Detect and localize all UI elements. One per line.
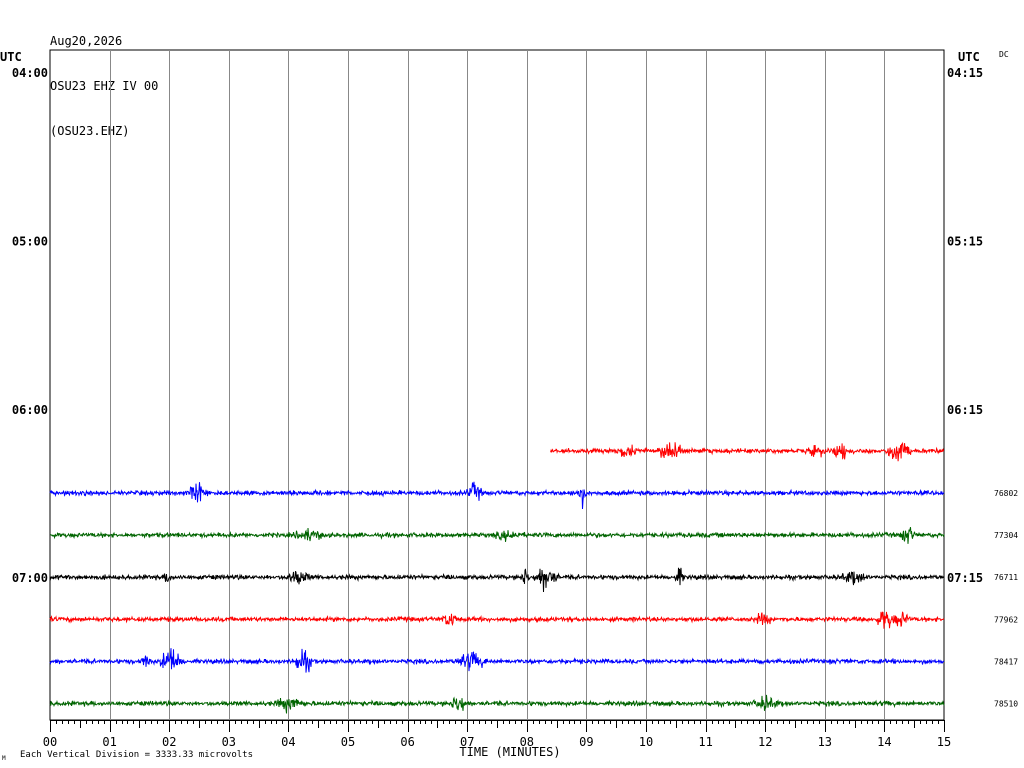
right-time-label: 06:15 [947,403,983,417]
x-tick-label: 12 [758,735,772,749]
x-tick-label: 05 [341,735,355,749]
trace-layer [49,441,945,714]
left-time-label: 05:00 [12,234,48,248]
x-axis-label: TIME (MINUTES) [459,745,560,759]
left-time-label: 06:00 [12,403,48,417]
right-time-label: 07:15 [947,571,983,585]
x-tick-label: 08 [520,735,534,749]
x-tick-label: 07 [460,735,474,749]
vertical-division-note: Each Vertical Division = 3333.33 microvo… [20,750,253,760]
x-tick-label: 04 [281,735,295,749]
seismic-trace [50,526,945,544]
seismic-trace [49,567,945,593]
right-time-label: 04:15 [947,66,983,80]
x-tick-label: 10 [639,735,653,749]
x-tick-label: 01 [102,735,116,749]
x-tick-label: 02 [162,735,176,749]
seismic-trace [49,694,945,714]
label-layer: UTC UTC DC TIME (MINUTES) Each Vertical … [0,50,1018,762]
seismic-trace [49,481,945,510]
trace-offset-label: 78417 [994,657,1018,666]
left-time-label: 04:00 [12,66,48,80]
x-tick-label: 03 [222,735,236,749]
helicorder-plot: UTC UTC DC TIME (MINUTES) Each Vertical … [0,49,1018,762]
trace-offset-label: 76802 [994,489,1018,498]
x-tick-label: 06 [400,735,414,749]
seismic-trace [49,648,945,673]
left-time-label: 07:00 [12,571,48,585]
x-tick-label: 00 [43,735,57,749]
x-tick-label: 15 [937,735,951,749]
x-tick-label: 13 [818,735,832,749]
grid-layer [49,49,945,732]
x-tick-label: 14 [877,735,891,749]
seismic-trace [49,611,945,629]
right-time-label: 05:15 [947,234,983,248]
footer-mark: M [2,755,6,762]
trace-offset-label: 76711 [994,573,1018,582]
trace-offset-label: 77962 [994,615,1018,624]
dc-label: DC [999,50,1009,59]
utc-label-left: UTC [0,50,22,64]
x-tick-label: 11 [698,735,712,749]
trace-offset-label: 78510 [994,700,1018,709]
x-tick-label: 09 [579,735,593,749]
trace-offset-label: 77304 [994,531,1018,540]
utc-label-right: UTC [958,50,980,64]
